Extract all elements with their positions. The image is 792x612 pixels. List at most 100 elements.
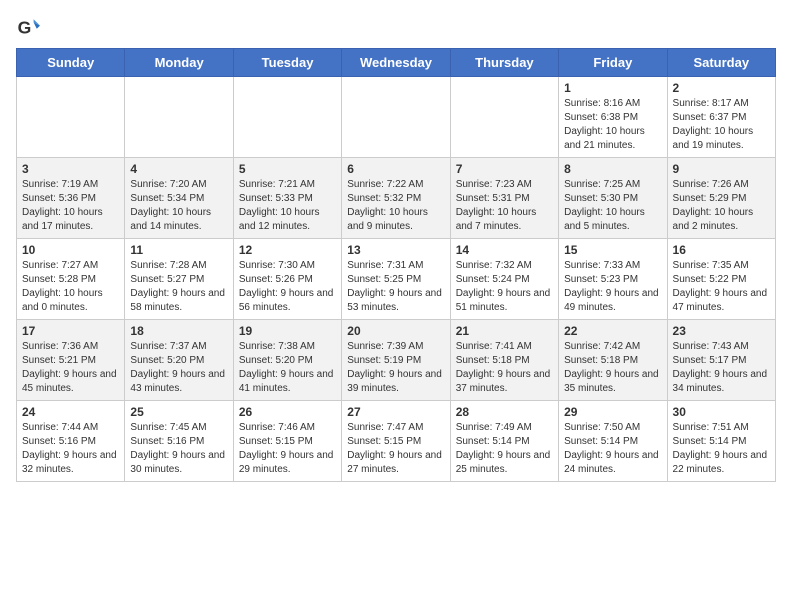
day-number: 23 <box>673 324 770 338</box>
calendar-cell: 26 Sunrise: 7:46 AM Sunset: 5:15 PM Dayli… <box>233 401 341 482</box>
calendar-header-wednesday: Wednesday <box>342 49 450 77</box>
calendar-table: SundayMondayTuesdayWednesdayThursdayFrid… <box>16 48 776 482</box>
calendar-cell: 5Sunrise: 7:21 AM Sunset: 5:33 PM Daylig… <box>233 158 341 239</box>
logo: G <box>16 16 44 40</box>
calendar-cell: 22Sunrise: 7:42 AM Sunset: 5:18 PM Dayli… <box>559 320 667 401</box>
day-number: 7 <box>456 162 553 176</box>
day-info: Sunrise: 7:35 AM Sunset: 5:22 PM Dayligh… <box>673 259 770 315</box>
day-info: Sunrise: 7:42 AM Sunset: 5:18 PM Dayligh… <box>564 340 661 396</box>
calendar-cell: 19 Sunrise: 7:38 AM Sunset: 5:20 PM Dayli… <box>233 320 341 401</box>
calendar-header-friday: Friday <box>559 49 667 77</box>
day-info: Sunrise: 7:39 AM Sunset: 5:19 PM Dayligh… <box>347 340 444 396</box>
day-info: Sunrise: 7:31 AM Sunset: 5:25 PM Dayligh… <box>347 259 444 315</box>
calendar-cell: 17 Sunrise: 7:36 AM Sunset: 5:21 PM Dayli… <box>17 320 125 401</box>
day-number: 26 <box>239 405 336 419</box>
calendar-cell: 1 Sunrise: 8:16 AM Sunset: 6:38 PM Daylig… <box>559 77 667 158</box>
day-number: 19 <box>239 324 336 338</box>
calendar-cell: 12 Sunrise: 7:30 AM Sunset: 5:26 PM Dayli… <box>233 239 341 320</box>
day-info: Sunrise: 7:36 AM Sunset: 5:21 PM Dayligh… <box>22 340 119 396</box>
day-number: 9 <box>673 162 770 176</box>
calendar-cell: 29 Sunrise: 7:50 AM Sunset: 5:14 PM Dayli… <box>559 401 667 482</box>
day-info: Sunrise: 7:50 AM Sunset: 5:14 PM Dayligh… <box>564 421 661 477</box>
calendar-cell: 25 Sunrise: 7:45 AM Sunset: 5:16 PM Dayli… <box>125 401 233 482</box>
calendar-cell: 15 Sunrise: 7:33 AM Sunset: 5:23 PM Dayli… <box>559 239 667 320</box>
day-info: Sunrise: 8:16 AM Sunset: 6:38 PM Dayligh… <box>564 97 661 153</box>
calendar-header-sunday: Sunday <box>17 49 125 77</box>
day-info: Sunrise: 7:23 AM Sunset: 5:31 PM Dayligh… <box>456 178 553 234</box>
day-number: 3 <box>22 162 119 176</box>
day-number: 15 <box>564 243 661 257</box>
calendar-cell: 13 Sunrise: 7:31 AM Sunset: 5:25 PM Dayli… <box>342 239 450 320</box>
day-info: Sunrise: 7:32 AM Sunset: 5:24 PM Dayligh… <box>456 259 553 315</box>
calendar-cell: 10 Sunrise: 7:27 AM Sunset: 5:28 PM Dayli… <box>17 239 125 320</box>
calendar-cell: 27Sunrise: 7:47 AM Sunset: 5:15 PM Dayli… <box>342 401 450 482</box>
day-number: 1 <box>564 81 661 95</box>
day-number: 17 <box>22 324 119 338</box>
day-number: 24 <box>22 405 119 419</box>
calendar-cell: 11Sunrise: 7:28 AM Sunset: 5:27 PM Dayli… <box>125 239 233 320</box>
day-info: Sunrise: 7:46 AM Sunset: 5:15 PM Dayligh… <box>239 421 336 477</box>
day-number: 20 <box>347 324 444 338</box>
calendar-cell: 6 Sunrise: 7:22 AM Sunset: 5:32 PM Daylig… <box>342 158 450 239</box>
day-number: 25 <box>130 405 227 419</box>
day-number: 18 <box>130 324 227 338</box>
calendar-cell <box>125 77 233 158</box>
day-number: 14 <box>456 243 553 257</box>
calendar-week-row: 1 Sunrise: 8:16 AM Sunset: 6:38 PM Daylig… <box>17 77 776 158</box>
calendar-cell: 2 Sunrise: 8:17 AM Sunset: 6:37 PM Daylig… <box>667 77 775 158</box>
day-number: 16 <box>673 243 770 257</box>
day-number: 2 <box>673 81 770 95</box>
calendar-cell <box>233 77 341 158</box>
calendar-cell: 8 Sunrise: 7:25 AM Sunset: 5:30 PM Daylig… <box>559 158 667 239</box>
calendar-cell: 4 Sunrise: 7:20 AM Sunset: 5:34 PM Daylig… <box>125 158 233 239</box>
header: G <box>16 16 776 40</box>
day-info: Sunrise: 7:51 AM Sunset: 5:14 PM Dayligh… <box>673 421 770 477</box>
calendar-week-row: 10 Sunrise: 7:27 AM Sunset: 5:28 PM Dayli… <box>17 239 776 320</box>
day-info: Sunrise: 7:30 AM Sunset: 5:26 PM Dayligh… <box>239 259 336 315</box>
day-number: 10 <box>22 243 119 257</box>
day-info: Sunrise: 7:25 AM Sunset: 5:30 PM Dayligh… <box>564 178 661 234</box>
day-info: Sunrise: 7:37 AM Sunset: 5:20 PM Dayligh… <box>130 340 227 396</box>
day-info: Sunrise: 7:44 AM Sunset: 5:16 PM Dayligh… <box>22 421 119 477</box>
calendar-cell: 16 Sunrise: 7:35 AM Sunset: 5:22 PM Dayli… <box>667 239 775 320</box>
day-info: Sunrise: 7:26 AM Sunset: 5:29 PM Dayligh… <box>673 178 770 234</box>
day-info: Sunrise: 7:20 AM Sunset: 5:34 PM Dayligh… <box>130 178 227 234</box>
calendar-cell: 24 Sunrise: 7:44 AM Sunset: 5:16 PM Dayli… <box>17 401 125 482</box>
calendar-cell: 9 Sunrise: 7:26 AM Sunset: 5:29 PM Daylig… <box>667 158 775 239</box>
day-info: Sunrise: 7:45 AM Sunset: 5:16 PM Dayligh… <box>130 421 227 477</box>
day-info: Sunrise: 7:38 AM Sunset: 5:20 PM Dayligh… <box>239 340 336 396</box>
calendar-cell: 18 Sunrise: 7:37 AM Sunset: 5:20 PM Dayli… <box>125 320 233 401</box>
day-number: 27 <box>347 405 444 419</box>
day-number: 6 <box>347 162 444 176</box>
day-info: Sunrise: 7:22 AM Sunset: 5:32 PM Dayligh… <box>347 178 444 234</box>
calendar-cell: 14 Sunrise: 7:32 AM Sunset: 5:24 PM Dayli… <box>450 239 558 320</box>
calendar-header-tuesday: Tuesday <box>233 49 341 77</box>
day-number: 4 <box>130 162 227 176</box>
day-number: 29 <box>564 405 661 419</box>
day-number: 21 <box>456 324 553 338</box>
day-info: Sunrise: 8:17 AM Sunset: 6:37 PM Dayligh… <box>673 97 770 153</box>
day-number: 13 <box>347 243 444 257</box>
day-number: 12 <box>239 243 336 257</box>
day-number: 30 <box>673 405 770 419</box>
calendar-cell <box>450 77 558 158</box>
day-number: 28 <box>456 405 553 419</box>
svg-text:G: G <box>18 18 32 38</box>
day-number: 11 <box>130 243 227 257</box>
day-number: 5 <box>239 162 336 176</box>
calendar-cell: 23Sunrise: 7:43 AM Sunset: 5:17 PM Dayli… <box>667 320 775 401</box>
calendar-header-row: SundayMondayTuesdayWednesdayThursdayFrid… <box>17 49 776 77</box>
calendar-cell <box>342 77 450 158</box>
logo-icon: G <box>16 16 40 40</box>
day-info: Sunrise: 7:41 AM Sunset: 5:18 PM Dayligh… <box>456 340 553 396</box>
calendar-week-row: 24 Sunrise: 7:44 AM Sunset: 5:16 PM Dayli… <box>17 401 776 482</box>
day-number: 8 <box>564 162 661 176</box>
calendar-cell: 21 Sunrise: 7:41 AM Sunset: 5:18 PM Dayli… <box>450 320 558 401</box>
calendar-header-monday: Monday <box>125 49 233 77</box>
day-info: Sunrise: 7:27 AM Sunset: 5:28 PM Dayligh… <box>22 259 119 315</box>
day-info: Sunrise: 7:33 AM Sunset: 5:23 PM Dayligh… <box>564 259 661 315</box>
calendar-week-row: 17 Sunrise: 7:36 AM Sunset: 5:21 PM Dayli… <box>17 320 776 401</box>
calendar-cell: 7 Sunrise: 7:23 AM Sunset: 5:31 PM Daylig… <box>450 158 558 239</box>
calendar-cell: 28Sunrise: 7:49 AM Sunset: 5:14 PM Dayli… <box>450 401 558 482</box>
day-info: Sunrise: 7:19 AM Sunset: 5:36 PM Dayligh… <box>22 178 119 234</box>
